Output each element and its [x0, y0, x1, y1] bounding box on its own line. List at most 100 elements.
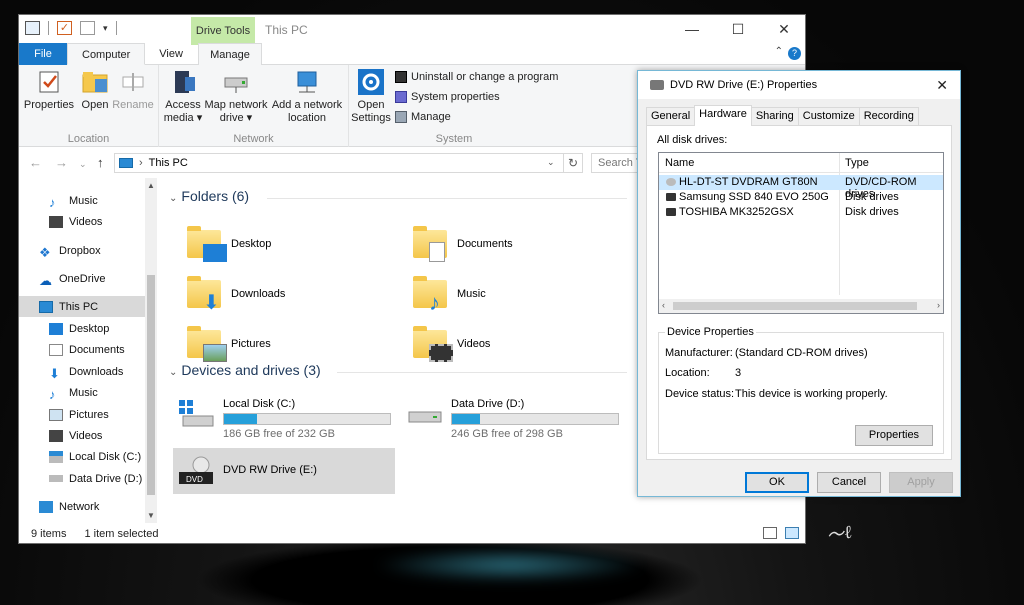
scrollbar-thumb[interactable]: [673, 302, 917, 310]
access-media-button[interactable]: Access media ▾: [163, 69, 203, 125]
folder-videos[interactable]: Videos: [413, 326, 490, 362]
collapse-chevron-icon[interactable]: ⌄: [169, 367, 177, 378]
drive-tools-contextual-tab: Drive Tools: [191, 17, 255, 45]
system-properties-button[interactable]: System properties: [395, 91, 500, 103]
recent-locations-chevron-icon[interactable]: ⌄: [79, 159, 87, 170]
folder-pictures[interactable]: Pictures: [187, 326, 271, 362]
manage-label: Manage: [411, 111, 451, 123]
manufacturer-label: Manufacturer:: [665, 347, 733, 359]
hardware-tab-panel: All disk drives: Name Type HL-DT-ST DVDR…: [646, 125, 952, 460]
music-note-icon: ♪: [49, 386, 56, 402]
scroll-down-arrow-icon[interactable]: ▼: [147, 511, 155, 520]
tab-computer[interactable]: Computer: [67, 43, 146, 65]
nav-item-downloads[interactable]: ⬇ Downloads: [19, 361, 145, 382]
nav-item-videos-quick[interactable]: Videos: [19, 211, 145, 232]
collapse-ribbon-chevron-icon[interactable]: ⌃: [775, 46, 783, 57]
list-row[interactable]: TOSHIBA MK3252GSX Disk drives: [659, 205, 943, 220]
cancel-button[interactable]: Cancel: [817, 472, 881, 493]
open-button[interactable]: Open: [77, 69, 113, 112]
address-bar[interactable]: › This PC: [114, 153, 564, 173]
scroll-right-arrow-icon[interactable]: ›: [937, 300, 940, 310]
maximize-button[interactable]: ☐: [715, 15, 761, 43]
forward-arrow-icon[interactable]: →: [55, 155, 68, 170]
map-network-drive-button[interactable]: Map network drive ▾: [203, 69, 269, 125]
collapse-chevron-icon[interactable]: ⌄: [169, 193, 177, 204]
horizontal-scrollbar[interactable]: ‹ ›: [659, 299, 943, 313]
tab-sharing[interactable]: Sharing: [750, 107, 799, 125]
tab-customize[interactable]: Customize: [797, 107, 860, 125]
list-row[interactable]: HL-DT-ST DVDRAM GT80N DVD/CD-ROM drives: [659, 175, 943, 200]
scroll-up-arrow-icon[interactable]: ▲: [147, 181, 155, 190]
column-header-type[interactable]: Type: [845, 157, 869, 169]
nav-item-music-quick[interactable]: ♪ Music: [19, 190, 145, 211]
tab-view[interactable]: View: [145, 43, 197, 65]
apply-button[interactable]: Apply: [889, 472, 953, 493]
open-settings-button[interactable]: Open Settings: [351, 69, 391, 125]
tab-general[interactable]: General: [646, 107, 696, 125]
refresh-icon[interactable]: ↻: [563, 153, 583, 173]
help-icon[interactable]: ?: [788, 47, 801, 60]
devices-header-text: Devices and drives (3): [181, 362, 321, 378]
nav-item-local-disk-c[interactable]: Local Disk (C:): [19, 446, 145, 467]
nav-label: Local Disk (C:): [69, 450, 142, 463]
ok-button[interactable]: OK: [745, 472, 809, 493]
back-arrow-icon[interactable]: ←: [29, 155, 42, 170]
new-folder-icon[interactable]: [80, 21, 95, 35]
hard-drive-icon: [666, 208, 676, 216]
folder-downloads[interactable]: ⬇ Downloads: [187, 276, 285, 313]
properties-check-icon[interactable]: ✓: [57, 21, 72, 35]
desktop-folder-icon: [187, 226, 227, 262]
rename-button[interactable]: Rename: [111, 69, 155, 112]
drive-dvd-rw-e[interactable]: DVD DVD RW Drive (E:): [173, 448, 395, 494]
computer-icon[interactable]: [25, 21, 40, 35]
nav-item-videos[interactable]: Videos: [19, 425, 145, 446]
download-arrow-icon: ⬇: [49, 365, 60, 381]
scroll-left-arrow-icon[interactable]: ‹: [662, 300, 665, 310]
folder-desktop[interactable]: Desktop: [187, 226, 271, 262]
column-header-name[interactable]: Name: [665, 157, 694, 169]
nav-item-dropbox[interactable]: ❖ Dropbox: [19, 240, 145, 261]
list-header: Name Type: [659, 153, 943, 173]
scrollbar-thumb[interactable]: [147, 275, 155, 495]
manage-button[interactable]: Manage: [395, 111, 451, 123]
open-folder-icon: [81, 69, 109, 95]
device-properties-legend: Device Properties: [665, 326, 756, 338]
dialog-close-button[interactable]: ✕: [936, 77, 948, 94]
device-name: Samsung SSD 840 EVO 250G: [679, 191, 829, 203]
nav-item-network[interactable]: Network: [19, 496, 145, 517]
address-dropdown-chevron-icon[interactable]: ⌄: [547, 157, 555, 168]
breadcrumb-this-pc[interactable]: This PC: [149, 157, 188, 169]
tab-file[interactable]: File: [19, 43, 67, 65]
disk-drives-list[interactable]: Name Type HL-DT-ST DVDRAM GT80N DVD/CD-R…: [658, 152, 944, 314]
minimize-button[interactable]: —: [669, 15, 715, 43]
nav-item-data-drive-d[interactable]: Data Drive (D:): [19, 468, 145, 489]
nav-item-music[interactable]: ♪ Music: [19, 382, 145, 403]
tab-hardware[interactable]: Hardware: [694, 105, 752, 126]
details-view-icon[interactable]: [763, 527, 777, 539]
folder-music[interactable]: ♪ Music: [413, 276, 486, 314]
up-arrow-icon[interactable]: ↑: [97, 155, 104, 170]
add-network-location-button[interactable]: Add a network location: [269, 69, 345, 125]
nav-item-onedrive[interactable]: ☁ OneDrive: [19, 268, 145, 289]
customize-toolbar-chevron-icon[interactable]: ▾: [103, 23, 108, 34]
large-icons-view-icon[interactable]: [785, 527, 799, 539]
pictures-icon: [49, 408, 63, 421]
properties-button[interactable]: Properties: [23, 69, 75, 112]
list-row[interactable]: Samsung SSD 840 EVO 250G Disk drives: [659, 190, 943, 205]
device-properties-button[interactable]: Properties: [855, 425, 933, 446]
system-properties-label: System properties: [411, 91, 500, 103]
folder-documents[interactable]: Documents: [413, 226, 513, 262]
nav-item-this-pc[interactable]: This PC: [19, 296, 145, 317]
nav-item-desktop[interactable]: Desktop: [19, 318, 145, 339]
tab-manage[interactable]: Manage: [197, 43, 262, 65]
uninstall-program-button[interactable]: Uninstall or change a program: [395, 71, 558, 83]
close-button[interactable]: ✕: [761, 15, 807, 43]
devices-section-header[interactable]: ⌄ Devices and drives (3): [169, 362, 321, 378]
folders-section-header[interactable]: ⌄ Folders (6): [169, 188, 249, 204]
drive-data-drive-d[interactable]: Data Drive (D:) 246 GB free of 298 GB: [405, 398, 619, 440]
nav-item-documents[interactable]: Documents: [19, 339, 145, 360]
nav-item-pictures[interactable]: Pictures: [19, 404, 145, 425]
nav-label: OneDrive: [59, 272, 106, 285]
tab-recording[interactable]: Recording: [858, 107, 919, 125]
drive-local-disk-c[interactable]: Local Disk (C:) 186 GB free of 232 GB: [177, 398, 391, 440]
